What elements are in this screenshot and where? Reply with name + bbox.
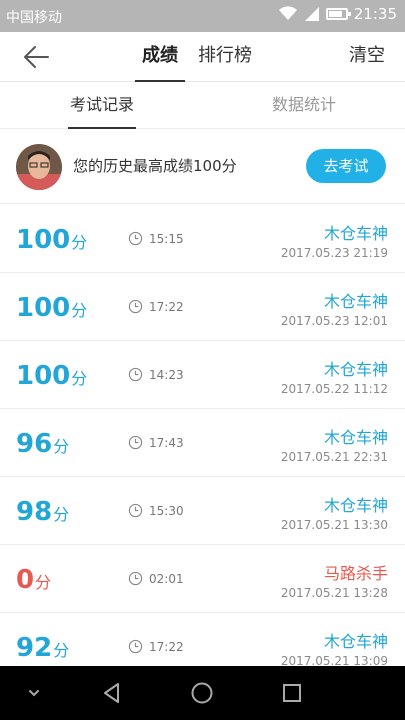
score-unit: 分 (53, 641, 70, 660)
navigation-bar (0, 666, 405, 720)
sub-tabs: 考试记录 数据统计 (0, 83, 405, 129)
score-value: 100分 (16, 225, 87, 255)
avatar (16, 144, 62, 190)
wifi-icon (278, 6, 297, 21)
score-number: 100 (16, 225, 71, 255)
duration-text: 14:23 (149, 367, 184, 382)
clock-icon (128, 639, 143, 654)
score-unit: 分 (71, 301, 88, 320)
score-value: 96分 (16, 429, 69, 459)
carrier-label: 中国移动 (6, 10, 62, 26)
clock-time: 21:35 (353, 5, 397, 23)
record-row[interactable]: 100分 17:22 木仓车神 2017.05.23 12:01 (0, 273, 405, 341)
score-value: 100分 (16, 361, 87, 391)
signal-icon (304, 7, 319, 21)
score-unit: 分 (53, 437, 70, 456)
exam-date: 2017.05.23 21:19 (280, 246, 388, 260)
exam-duration: 17:43 (128, 435, 184, 450)
clock-icon (128, 503, 143, 518)
exam-duration: 17:22 (128, 299, 184, 314)
rank-title: 木仓车神 (323, 496, 388, 515)
rank-title: 木仓车神 (323, 360, 388, 379)
clock-icon (128, 299, 143, 314)
status-icons: 21:35 (278, 5, 397, 23)
exam-record-list: 100分 15:15 木仓车神 2017.05.23 21:19 100分 17:22 木仓… (0, 205, 405, 681)
exam-duration: 17:22 (128, 639, 184, 654)
score-unit: 分 (35, 573, 52, 592)
best-score-row: 您的历史最高成绩100分 去考试 (0, 130, 405, 204)
score-number: 100 (16, 293, 71, 323)
tab-ranking[interactable]: 排行榜 (188, 32, 262, 82)
arrow-left-icon[interactable] (22, 44, 50, 70)
record-row[interactable]: 98分 15:30 木仓车神 2017.05.21 13:30 (0, 477, 405, 545)
clock-icon (128, 571, 143, 586)
rank-title: 木仓车神 (323, 224, 388, 243)
score-unit: 分 (53, 505, 70, 524)
recents-square-icon[interactable] (280, 681, 304, 705)
score-unit: 分 (71, 369, 88, 388)
exam-date: 2017.05.22 11:12 (280, 382, 388, 396)
exam-date: 2017.05.23 12:01 (280, 314, 388, 328)
status-bar: 中国移动 21:35 (0, 0, 405, 32)
exam-duration: 02:01 (128, 571, 184, 586)
duration-text: 15:30 (149, 503, 184, 518)
record-row[interactable]: 0分 02:01 马路杀手 2017.05.21 13:28 (0, 545, 405, 613)
chevron-down-icon[interactable] (22, 681, 46, 705)
record-row[interactable]: 96分 17:43 木仓车神 2017.05.21 22:31 (0, 409, 405, 477)
tab-score[interactable]: 成绩 (132, 32, 188, 82)
duration-text: 17:22 (149, 299, 184, 314)
score-number: 92 (16, 633, 53, 663)
score-unit: 分 (71, 233, 88, 252)
clock-icon (128, 231, 143, 246)
exam-duration: 15:15 (128, 231, 184, 246)
score-number: 98 (16, 497, 53, 527)
battery-icon (325, 8, 351, 20)
duration-text: 15:15 (149, 231, 184, 246)
score-value: 100分 (16, 293, 87, 323)
record-row[interactable]: 100分 15:15 木仓车神 2017.05.23 21:19 (0, 205, 405, 273)
best-score-text: 您的历史最高成绩100分 (73, 157, 237, 175)
exam-duration: 15:30 (128, 503, 184, 518)
rank-title: 木仓车神 (323, 428, 388, 447)
tab-exam-records[interactable]: 考试记录 (52, 83, 152, 129)
score-number: 100 (16, 361, 71, 391)
exam-date: 2017.05.21 13:30 (280, 518, 388, 532)
home-circle-icon[interactable] (190, 681, 214, 705)
score-value: 98分 (16, 497, 69, 527)
record-row[interactable]: 100分 14:23 木仓车神 2017.05.22 11:12 (0, 341, 405, 409)
duration-text: 17:43 (149, 435, 184, 450)
clear-button[interactable]: 清空 (349, 32, 385, 80)
score-number: 0 (16, 565, 35, 595)
exam-date: 2017.05.21 13:28 (280, 586, 388, 600)
clock-icon (128, 367, 143, 382)
duration-text: 17:22 (149, 639, 184, 654)
rank-title: 木仓车神 (323, 632, 388, 651)
score-value: 0分 (16, 565, 51, 595)
duration-text: 02:01 (149, 571, 184, 586)
top-tabs: 成绩 排行榜 (132, 32, 262, 82)
rank-title: 木仓车神 (323, 292, 388, 311)
exam-date: 2017.05.21 22:31 (280, 450, 388, 464)
score-value: 92分 (16, 633, 69, 663)
back-triangle-icon[interactable] (100, 681, 124, 705)
rank-title: 马路杀手 (323, 564, 388, 583)
score-number: 96 (16, 429, 53, 459)
take-exam-button[interactable]: 去考试 (306, 149, 386, 183)
tab-data-statistics[interactable]: 数据统计 (254, 83, 354, 129)
clock-icon (128, 435, 143, 450)
exam-duration: 14:23 (128, 367, 184, 382)
app-header: 成绩 排行榜 清空 (0, 32, 405, 82)
